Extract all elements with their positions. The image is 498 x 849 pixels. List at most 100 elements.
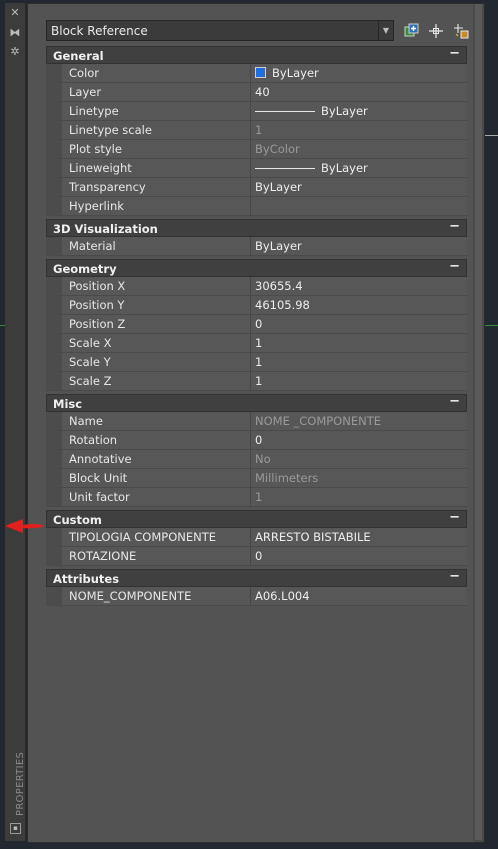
property-value: No — [255, 452, 271, 466]
property-row[interactable]: Name NOME _COMPONENTE — [46, 412, 467, 431]
property-value[interactable]: ByLayer — [255, 104, 368, 118]
property-value[interactable]: ByLayer — [255, 180, 302, 194]
property-row[interactable]: Color ByLayer — [46, 64, 467, 83]
object-type-value: Block Reference — [51, 24, 148, 38]
property-value[interactable]: ByLayer — [255, 161, 368, 175]
property-name-cell: Block Unit — [46, 469, 251, 487]
property-name-cell: Linetype — [46, 102, 251, 120]
property-row[interactable]: Scale Z 1 — [46, 372, 467, 391]
collapse-icon[interactable]: − — [449, 259, 460, 274]
property-name-cell: Position X — [46, 277, 251, 295]
category-header-custom[interactable]: Custom − — [46, 510, 467, 528]
property-row[interactable]: Scale X 1 — [46, 334, 467, 353]
property-row[interactable]: Position X 30655.4 — [46, 277, 467, 296]
property-name-cell: Position Z — [46, 315, 251, 333]
property-name-cell: Scale X — [46, 334, 251, 352]
property-row[interactable]: Transparency ByLayer — [46, 178, 467, 197]
property-name: Transparency — [69, 180, 146, 194]
property-row[interactable]: Lineweight ByLayer — [46, 159, 467, 178]
property-name: Hyperlink — [69, 199, 124, 213]
property-row[interactable]: Annotative No — [46, 450, 467, 469]
property-value[interactable]: 1 — [255, 374, 262, 388]
property-value-text: 1 — [255, 336, 263, 350]
property-value[interactable]: 0 — [255, 317, 262, 331]
property-name: Name — [69, 414, 103, 428]
category-header-geometry[interactable]: Geometry − — [46, 259, 467, 277]
property-row[interactable]: Unit factor 1 — [46, 488, 467, 507]
category-title: Attributes — [53, 572, 120, 586]
property-name: Position Y — [69, 298, 125, 312]
property-name: Linetype scale — [69, 123, 152, 137]
category-header-misc[interactable]: Misc − — [46, 394, 467, 412]
property-row[interactable]: Scale Y 1 — [46, 353, 467, 372]
property-name: Scale X — [69, 336, 112, 350]
collapse-icon[interactable]: − — [449, 569, 460, 584]
drawing-line — [484, 135, 498, 136]
property-value[interactable]: ARRESTO BISTABILE — [255, 530, 371, 544]
property-row[interactable]: Rotation 0 — [46, 431, 467, 450]
property-name: Position Z — [69, 317, 126, 331]
property-value[interactable]: 0 — [255, 433, 262, 447]
property-name: Block Unit — [69, 471, 128, 485]
linetype-preview-icon — [255, 168, 315, 169]
property-value-text: 0 — [255, 317, 263, 331]
palette-title-strip: ✕ ⧓ ✲ PROPERTIES ▪ — [5, 3, 26, 841]
properties-menu-icon[interactable]: ✲ — [9, 46, 21, 58]
property-value[interactable]: 1 — [255, 336, 262, 350]
property-row[interactable]: Position Z 0 — [46, 315, 467, 334]
category-header-general[interactable]: General − — [46, 46, 467, 64]
collapse-icon[interactable]: − — [449, 394, 460, 409]
scrollbar-thumb[interactable] — [475, 4, 482, 840]
property-value[interactable]: 1 — [255, 355, 262, 369]
chevron-down-icon[interactable]: ▼ — [378, 21, 393, 40]
property-row[interactable]: Material ByLayer — [46, 237, 467, 256]
select-objects-icon[interactable] — [428, 23, 444, 39]
autohide-icon[interactable]: ⧓ — [9, 27, 21, 39]
property-value[interactable]: A06.L004 — [255, 589, 310, 603]
collapse-icon[interactable]: − — [449, 46, 460, 61]
scrollbar[interactable] — [473, 4, 484, 842]
property-row[interactable]: Block Unit Millimeters — [46, 469, 467, 488]
collapse-icon[interactable]: − — [449, 510, 460, 525]
property-value[interactable]: ByLayer — [255, 239, 302, 253]
property-value[interactable]: 0 — [255, 549, 262, 563]
property-row[interactable]: Layer 40 — [46, 83, 467, 102]
property-value[interactable]: 40 — [255, 85, 270, 99]
property-name: Linetype — [69, 104, 119, 118]
property-name-cell: NOME_COMPONENTE — [46, 587, 251, 605]
property-row[interactable]: TIPOLOGIA COMPONENTE ARRESTO BISTABILE — [46, 528, 467, 547]
property-value-text: 1 — [255, 123, 263, 137]
property-row[interactable]: ROTAZIONE 0 — [46, 547, 467, 566]
property-name-cell: Lineweight — [46, 159, 251, 177]
category-header-3d-visualization[interactable]: 3D Visualization − — [46, 219, 467, 237]
property-row[interactable]: Linetype ByLayer — [46, 102, 467, 121]
category-title: Geometry — [53, 262, 117, 276]
property-row[interactable]: Position Y 46105.98 — [46, 296, 467, 315]
property-value[interactable]: 46105.98 — [255, 298, 310, 312]
category-title: General — [53, 49, 104, 63]
property-row[interactable]: NOME_COMPONENTE A06.L004 — [46, 587, 467, 606]
property-row[interactable]: Plot style ByColor — [46, 140, 467, 159]
property-row[interactable]: Hyperlink — [46, 197, 467, 216]
property-value-text: 0 — [255, 433, 263, 447]
palette-settings-icon[interactable]: ▪ — [10, 823, 21, 834]
property-value: Millimeters — [255, 471, 318, 485]
property-value: ByColor — [255, 142, 300, 156]
close-icon[interactable]: ✕ — [9, 7, 21, 19]
collapse-icon[interactable]: − — [449, 219, 460, 234]
property-name: Unit factor — [69, 490, 130, 504]
property-name: Scale Z — [69, 374, 112, 388]
drawing-line — [484, 325, 498, 326]
quick-select-icon[interactable] — [453, 23, 469, 39]
palette-title: PROPERTIES — [15, 751, 26, 816]
property-value-text: ByLayer — [321, 161, 368, 175]
color-swatch-icon — [255, 67, 266, 78]
object-type-select[interactable]: Block Reference ▼ — [46, 20, 394, 41]
property-value[interactable]: ByLayer — [255, 66, 319, 80]
category-header-attributes[interactable]: Attributes − — [46, 569, 467, 587]
property-row[interactable]: Linetype scale 1 — [46, 121, 467, 140]
toggle-pickadd-icon[interactable] — [404, 23, 420, 39]
property-value[interactable]: 30655.4 — [255, 279, 303, 293]
property-name-cell: Scale Z — [46, 372, 251, 390]
property-value-text: ByLayer — [321, 104, 368, 118]
